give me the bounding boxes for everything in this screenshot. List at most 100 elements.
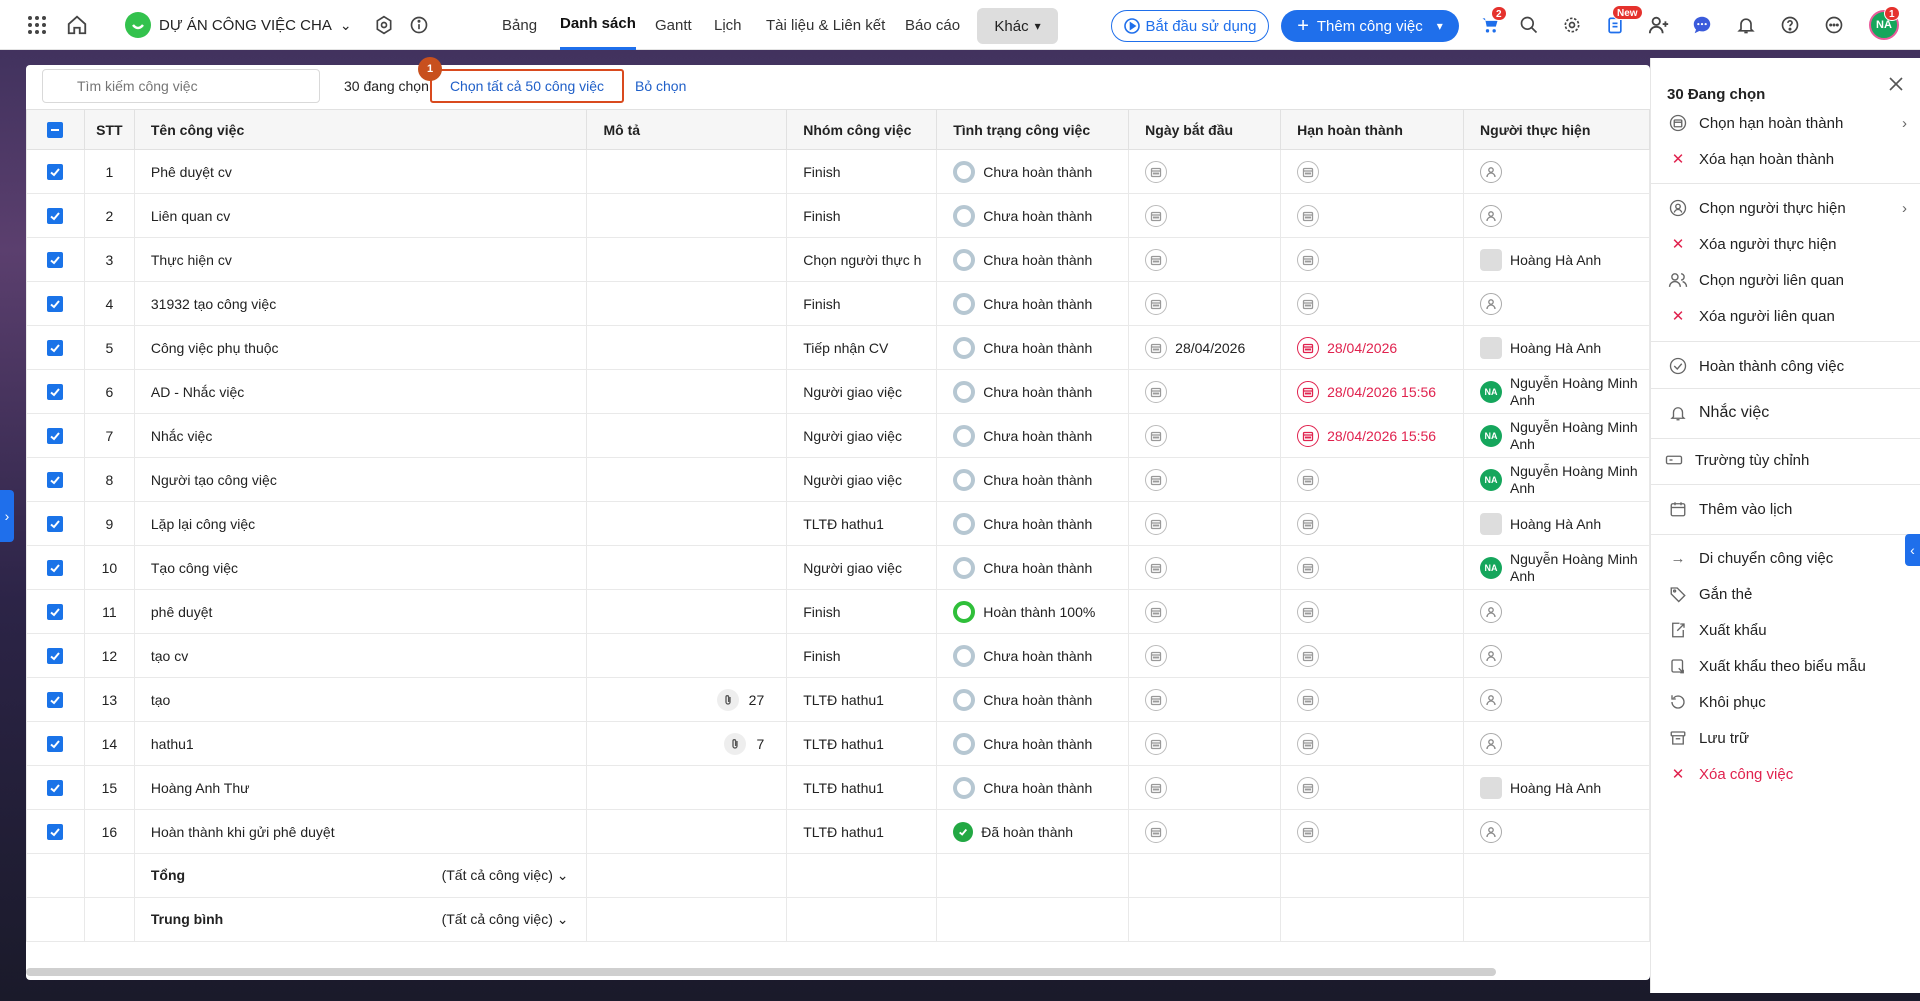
due-date-cell[interactable] [1280, 633, 1465, 678]
task-status[interactable]: Chưa hoàn thành [936, 413, 1130, 458]
row-checkbox[interactable] [47, 604, 64, 621]
chevron-down-icon[interactable]: ▾ [1437, 19, 1443, 33]
action-remind[interactable]: Nhắc việc [1667, 402, 1907, 424]
col-header-start-date[interactable]: Ngày bắt đầu [1128, 109, 1282, 150]
row-checkbox-cell[interactable] [26, 633, 85, 678]
tab-more[interactable]: Khác ▾ [977, 8, 1058, 44]
due-date-cell[interactable] [1280, 457, 1465, 502]
task-name[interactable]: Hoàng Anh Thư [133, 765, 588, 810]
col-header-due-date[interactable]: Hạn hoàn thành [1280, 109, 1465, 150]
task-group[interactable]: Finish [786, 281, 938, 326]
start-date-cell[interactable] [1128, 193, 1282, 238]
row-checkbox-cell[interactable] [26, 369, 85, 414]
row-checkbox-cell[interactable] [26, 457, 85, 502]
horizontal-scrollbar[interactable] [26, 968, 1496, 976]
get-started-button[interactable]: Bắt đầu sử dụng [1111, 10, 1269, 42]
task-status[interactable]: Chưa hoàn thành [936, 325, 1130, 370]
due-date-cell[interactable] [1280, 809, 1465, 854]
table-row[interactable]: 14 hathu1 7 TLTĐ hathu1 Chưa hoàn thành [26, 721, 1650, 766]
row-checkbox[interactable] [47, 384, 64, 401]
start-date-cell[interactable] [1128, 413, 1282, 458]
table-row[interactable]: 9 Lặp lại công việc TLTĐ hathu1 Chưa hoàn t… [26, 501, 1650, 546]
task-group[interactable]: Người giao việc [786, 545, 938, 590]
row-checkbox-cell[interactable] [26, 413, 85, 458]
row-checkbox-cell[interactable] [26, 545, 85, 590]
task-status[interactable]: Chưa hoàn thành [936, 369, 1130, 414]
due-date-cell[interactable] [1280, 545, 1465, 590]
task-group[interactable]: Chọn người thực h [786, 237, 938, 282]
footer-scope-select[interactable]: (Tất cả công việc) ⌄ [442, 867, 569, 884]
table-row[interactable]: 1 Phê duyệt cv Finish Chưa hoàn thành [26, 149, 1650, 194]
table-row[interactable]: 16 Hoàn thành khi gửi phê duyệt TLTĐ hathu… [26, 809, 1650, 854]
task-group[interactable]: Người giao việc [786, 457, 938, 502]
due-date-cell[interactable] [1280, 721, 1465, 766]
task-description[interactable] [586, 149, 788, 194]
task-status[interactable]: Chưa hoàn thành [936, 281, 1130, 326]
help-icon[interactable] [1775, 10, 1805, 40]
tab-reports[interactable]: Báo cáo [905, 0, 960, 50]
row-checkbox[interactable] [47, 780, 64, 797]
table-row[interactable]: 3 Thực hiện cv Chọn người thực h Chưa hoàn … [26, 237, 1650, 282]
due-date-cell[interactable]: 28/04/2026 [1280, 325, 1465, 370]
header-checkbox[interactable] [47, 122, 64, 139]
task-name[interactable]: Hoàn thành khi gửi phê duyệt [133, 809, 588, 854]
tab-documents-links[interactable]: Tài liệu & Liên kết [766, 0, 885, 50]
row-checkbox[interactable] [47, 164, 64, 181]
task-name[interactable]: Nhắc việc [133, 413, 588, 458]
task-status[interactable]: Chưa hoàn thành [936, 721, 1130, 766]
due-date-cell[interactable] [1280, 149, 1465, 194]
table-row[interactable]: 5 Công việc phụ thuộc Tiếp nhận CV Chưa hoà… [26, 325, 1650, 370]
row-checkbox[interactable] [47, 516, 64, 533]
row-checkbox-cell[interactable] [26, 193, 85, 238]
table-row[interactable]: 10 Tạo công việc Người giao việc Chưa hoàn … [26, 545, 1650, 590]
col-header-task-name[interactable]: Tên công việc [133, 109, 588, 150]
add-task-button[interactable]: + Thêm công việc ▾ [1281, 10, 1459, 42]
settings-gear-icon[interactable] [1557, 10, 1587, 40]
table-row[interactable]: 8 Người tạo công việc Người giao việc Chưa … [26, 457, 1650, 502]
row-checkbox[interactable] [47, 252, 64, 269]
due-date-cell[interactable] [1280, 281, 1465, 326]
start-date-cell[interactable] [1128, 237, 1282, 282]
task-name[interactable]: Phê duyệt cv [133, 149, 588, 194]
row-checkbox-cell[interactable] [26, 809, 85, 854]
task-description[interactable] [586, 633, 788, 678]
tab-list[interactable]: Danh sách [560, 0, 636, 50]
task-group[interactable]: Finish [786, 633, 938, 678]
collapse-panel-tab[interactable]: ‹ [1905, 534, 1920, 566]
task-description[interactable] [586, 413, 788, 458]
col-header-assignee[interactable]: Người thực hiện [1463, 109, 1650, 150]
action-clear-due-date[interactable]: ✕ Xóa hạn hoàn thành [1667, 148, 1907, 170]
start-date-cell[interactable] [1128, 677, 1282, 722]
task-group[interactable]: Finish [786, 589, 938, 634]
tab-board[interactable]: Bảng [502, 0, 537, 50]
task-description[interactable] [586, 809, 788, 854]
assignee-cell[interactable] [1463, 193, 1650, 238]
due-date-cell[interactable]: 28/04/2026 15:56 [1280, 369, 1465, 414]
table-row[interactable]: 7 Nhắc việc Người giao việc Chưa hoàn thành… [26, 413, 1650, 458]
action-complete-task[interactable]: Hoàn thành công việc [1667, 355, 1907, 377]
start-date-cell[interactable] [1128, 281, 1282, 326]
due-date-cell[interactable] [1280, 193, 1465, 238]
footer-scope-select[interactable]: (Tất cả công việc) ⌄ [442, 911, 569, 928]
task-name[interactable]: Công việc phụ thuộc [133, 325, 588, 370]
task-name[interactable]: Tạo công việc [133, 545, 588, 590]
task-status[interactable]: Chưa hoàn thành [936, 237, 1130, 282]
due-date-cell[interactable] [1280, 237, 1465, 282]
row-checkbox-cell[interactable] [26, 765, 85, 810]
task-description[interactable] [586, 501, 788, 546]
assignee-cell[interactable]: NA Nguyễn Hoàng Minh Anh [1463, 413, 1650, 458]
assignee-cell[interactable]: Hoàng Hà Anh [1463, 325, 1650, 370]
action-restore[interactable]: Khôi phục [1667, 691, 1907, 713]
table-row[interactable]: 6 AD - Nhắc việc Người giao việc Chưa hoàn … [26, 369, 1650, 414]
project-settings-icon[interactable] [369, 10, 399, 40]
action-delete-task[interactable]: ✕ Xóa công việc [1667, 763, 1907, 785]
home-icon[interactable] [62, 10, 92, 40]
task-group[interactable]: TLTĐ hathu1 [786, 501, 938, 546]
task-group[interactable]: TLTĐ hathu1 [786, 765, 938, 810]
task-description[interactable]: 27 [586, 677, 788, 722]
col-header-description[interactable]: Mô tả [586, 109, 788, 150]
table-row[interactable]: 2 Liên quan cv Finish Chưa hoàn thành [26, 193, 1650, 238]
task-name[interactable]: hathu1 [133, 721, 588, 766]
action-set-assignee[interactable]: Chọn người thực hiện › [1667, 197, 1907, 219]
add-user-icon[interactable] [1644, 10, 1674, 40]
